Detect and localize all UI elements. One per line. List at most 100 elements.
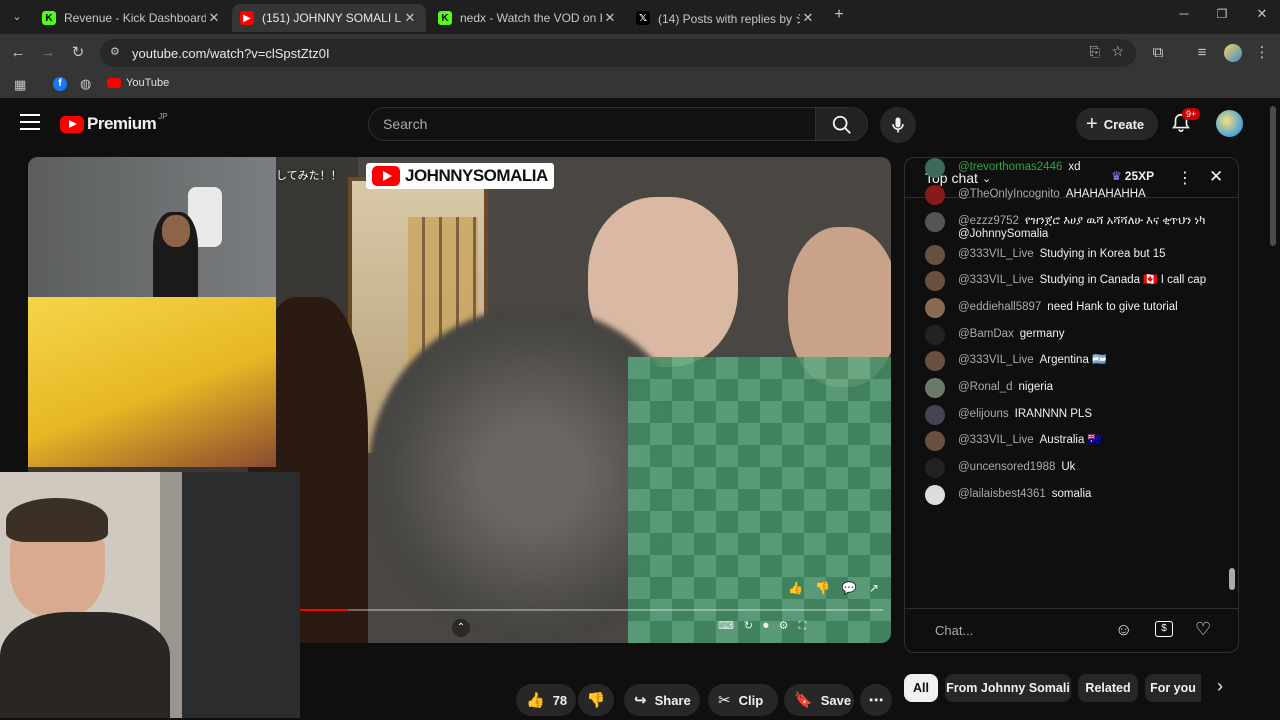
chat-avatar[interactable] bbox=[925, 298, 945, 318]
like-button[interactable]: 👍 78 bbox=[516, 684, 576, 716]
chat-message-body: @333VIL_Live Argentina 🇦🇷 bbox=[958, 351, 1230, 367]
heart-icon[interactable]: ♡ bbox=[1195, 619, 1211, 640]
chat-message: @TheOnlyIncognito AHAHAHAHHA bbox=[925, 185, 1230, 205]
chat-message: @eddiehall5897 need Hank to give tutorial bbox=[925, 298, 1230, 318]
chat-author[interactable]: @TheOnlyIncognito bbox=[958, 188, 1060, 200]
save-button[interactable]: 🔖 Save bbox=[784, 684, 854, 716]
minimize-button[interactable]: ─ bbox=[1176, 6, 1192, 21]
chip-all[interactable]: All bbox=[904, 674, 938, 702]
restore-button[interactable]: ❐ bbox=[1214, 7, 1230, 21]
chat-avatar[interactable] bbox=[925, 431, 945, 451]
close-window-button[interactable]: ✕ bbox=[1254, 6, 1270, 22]
more-actions-button[interactable]: ⋯ bbox=[860, 684, 892, 716]
site-info-icon[interactable]: ⚙ bbox=[110, 45, 120, 58]
chat-author[interactable]: @333VIL_Live bbox=[958, 354, 1034, 366]
close-icon[interactable]: ✕ bbox=[800, 10, 816, 26]
chat-author[interactable]: @BamDax bbox=[958, 328, 1014, 340]
chevron-up-icon[interactable]: ⌃ bbox=[452, 619, 470, 637]
chat-text: Uk bbox=[1061, 461, 1076, 473]
chat-avatar[interactable] bbox=[925, 271, 945, 291]
profile-avatar[interactable] bbox=[1224, 44, 1242, 62]
chat-avatar[interactable] bbox=[925, 378, 945, 398]
bookmark-youtube[interactable]: YouTube bbox=[107, 77, 169, 89]
search-button[interactable] bbox=[816, 107, 868, 141]
reload-icon[interactable]: ↻ bbox=[68, 43, 88, 63]
like-count: 78 bbox=[552, 692, 568, 708]
chat-input[interactable]: Chat... bbox=[935, 623, 1095, 638]
chat-avatar[interactable] bbox=[925, 185, 945, 205]
clip-button[interactable]: ✂ Clip bbox=[708, 684, 778, 716]
tab-search-icon[interactable]: ⌄ bbox=[8, 8, 26, 26]
chat-avatar[interactable] bbox=[925, 245, 945, 265]
webcam-reactor bbox=[0, 472, 300, 718]
chip-related[interactable]: Related bbox=[1078, 674, 1138, 702]
chat-avatar[interactable] bbox=[925, 405, 945, 425]
globe-icon[interactable]: ◍ bbox=[80, 76, 91, 92]
chat-avatar[interactable] bbox=[925, 212, 945, 232]
chat-avatar[interactable] bbox=[925, 485, 945, 505]
apps-grid-icon[interactable]: ▦ bbox=[14, 77, 26, 93]
share-label: Share bbox=[654, 692, 691, 708]
back-icon[interactable]: ← bbox=[8, 43, 28, 63]
close-icon[interactable]: ✕ bbox=[206, 10, 222, 26]
chat-text: nigeria bbox=[1018, 381, 1054, 393]
chip-from-channel[interactable]: From Johnny Somali bbox=[945, 674, 1071, 702]
chat-scrollbar[interactable] bbox=[1229, 568, 1235, 590]
chip-for-you[interactable]: For you bbox=[1145, 674, 1201, 702]
chat-avatar[interactable] bbox=[925, 325, 945, 345]
chat-author[interactable]: @333VIL_Live bbox=[958, 274, 1034, 286]
new-tab-button[interactable]: + bbox=[830, 6, 848, 26]
tab-kick-dashboard[interactable]: K Revenue - Kick Dashboard ✕ bbox=[34, 4, 230, 32]
bookmarks-bar: ▦ f ◍ YouTube bbox=[0, 72, 1280, 98]
notifications-button[interactable]: 9+ bbox=[1170, 108, 1201, 136]
youtube-logo[interactable]: Premium JP bbox=[60, 111, 168, 134]
close-icon[interactable]: ✕ bbox=[602, 10, 618, 26]
bookmark-icon: 🔖 bbox=[794, 692, 813, 709]
share-button[interactable]: ↪ Share bbox=[624, 684, 700, 716]
account-avatar[interactable] bbox=[1216, 110, 1243, 137]
video-jp-caption: してみた！！ bbox=[276, 170, 342, 182]
chat-author[interactable]: @uncensored1988 bbox=[958, 461, 1055, 473]
close-icon[interactable]: ✕ bbox=[402, 10, 418, 26]
chevron-right-icon[interactable]: › bbox=[1208, 676, 1232, 700]
install-app-icon[interactable]: ⎘ bbox=[1090, 44, 1100, 60]
forward-icon[interactable]: → bbox=[38, 43, 58, 63]
dislike-button[interactable]: 👎 bbox=[578, 684, 614, 716]
url-text: youtube.com/watch?v=clSpstZtz0I bbox=[132, 45, 330, 61]
search-input[interactable]: Search bbox=[368, 107, 816, 141]
tab-youtube-live[interactable]: ▶ (151) JOHNNY SOMALI LIVE FR ✕ bbox=[232, 4, 426, 32]
chat-author[interactable]: @trevorthomas2446 bbox=[958, 161, 1062, 173]
youtube-icon: ▶ bbox=[240, 11, 254, 25]
emoji-icon[interactable]: ☺ bbox=[1115, 620, 1132, 640]
bookmark-star-icon[interactable]: ☆ bbox=[1111, 43, 1124, 60]
media-controls-icon[interactable]: ≡ bbox=[1192, 43, 1212, 63]
chat-author[interactable]: @eddiehall5897 bbox=[958, 301, 1041, 313]
chat-avatar[interactable] bbox=[925, 351, 945, 371]
tab-title: (151) JOHNNY SOMALI LIVE FR bbox=[262, 11, 402, 25]
video-pixelated-area bbox=[628, 357, 891, 643]
chat-author[interactable]: @lailaisbest4361 bbox=[958, 488, 1046, 500]
menu-kebab-icon[interactable]: ⋮ bbox=[1252, 43, 1272, 63]
tab-x-posts[interactable]: 𝕏 (14) Posts with replies by ジョニー ✕ bbox=[628, 4, 824, 32]
chat-avatar[interactable] bbox=[925, 458, 945, 478]
create-button[interactable]: + Create bbox=[1076, 108, 1158, 140]
page-scrollbar[interactable] bbox=[1270, 106, 1276, 246]
kick-icon: K bbox=[438, 11, 452, 25]
voice-search-button[interactable] bbox=[880, 107, 916, 143]
chat-author[interactable]: @Ronal_d bbox=[958, 381, 1013, 393]
bookmark-label: YouTube bbox=[126, 77, 170, 89]
extensions-icon[interactable]: ⧉ bbox=[1148, 43, 1168, 63]
chat-author[interactable]: @elijouns bbox=[958, 408, 1009, 420]
chat-message: @trevorthomas2446 xd bbox=[925, 158, 1230, 178]
chat-author[interactable]: @333VIL_Live bbox=[958, 434, 1034, 446]
address-input[interactable]: ⚙ youtube.com/watch?v=clSpstZtz0I ⎘ ☆ bbox=[100, 39, 1136, 67]
super-chat-icon[interactable]: $ bbox=[1155, 621, 1173, 637]
tab-kick-vod[interactable]: K nedx - Watch the VOD on Kick ✕ bbox=[430, 4, 626, 32]
hamburger-menu-icon[interactable] bbox=[20, 114, 40, 130]
region-code: JP bbox=[158, 111, 168, 121]
chat-message-body: @uncensored1988 Uk bbox=[958, 458, 1230, 474]
chat-author[interactable]: @333VIL_Live bbox=[958, 248, 1034, 260]
facebook-icon[interactable]: f bbox=[53, 77, 67, 91]
chat-avatar[interactable] bbox=[925, 158, 945, 178]
chat-author[interactable]: @ezzz9752 bbox=[958, 215, 1019, 227]
